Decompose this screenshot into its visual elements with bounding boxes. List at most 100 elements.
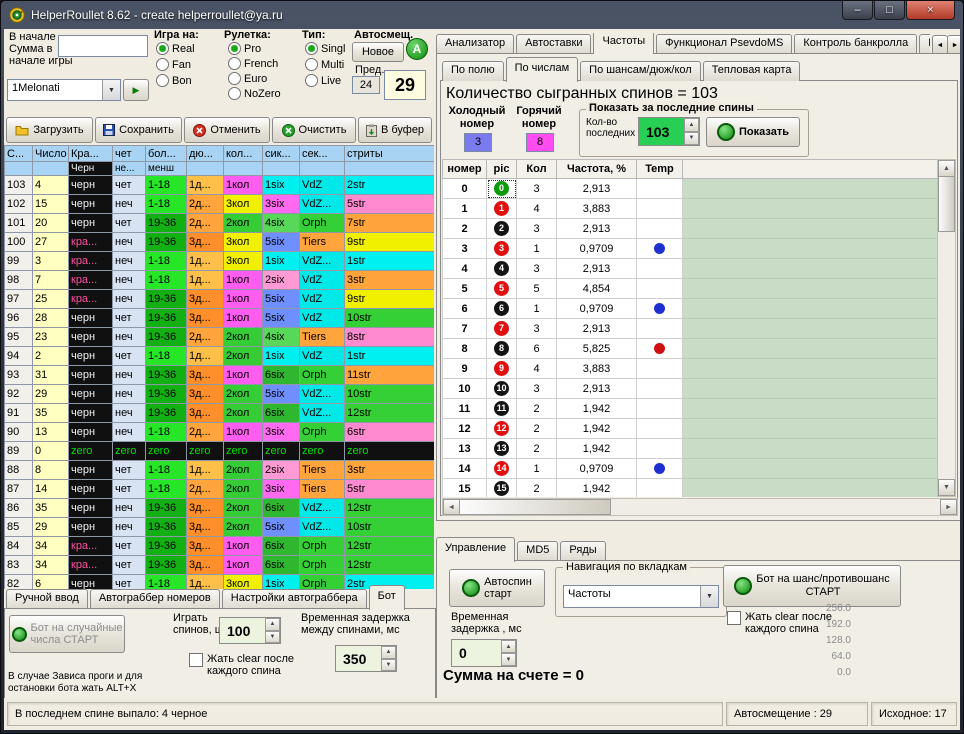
delay-down-button[interactable]: ▼ (381, 659, 396, 672)
freq-pic-cell[interactable]: 1 (487, 199, 517, 219)
tab-автограббер-номеров[interactable]: Автограббер номеров (90, 589, 220, 609)
close-button[interactable]: × (906, 1, 955, 20)
scroll-thumb[interactable] (459, 499, 611, 515)
tab-анализатор[interactable]: Анализатор (436, 34, 514, 54)
ctrltab-управление[interactable]: Управление (436, 537, 515, 562)
scroll-down-arrow[interactable]: ▼ (938, 479, 955, 496)
radio-multi[interactable]: Multi (305, 58, 344, 71)
ctrl-delay-stepper[interactable]: 0 ▲ ▼ (451, 639, 517, 667)
maximize-button[interactable]: □ (874, 1, 905, 20)
autospin-start-button[interactable]: Автоспинстарт (449, 569, 545, 607)
subtab-тепловая-карта[interactable]: Тепловая карта (703, 61, 801, 81)
freq-pic-cell[interactable]: 8 (487, 339, 517, 359)
spins-down-button[interactable]: ▼ (265, 631, 280, 644)
minimize-button[interactable]: – (842, 1, 873, 20)
delay-up-button[interactable]: ▲ (381, 646, 396, 659)
radio-dot (305, 58, 318, 71)
freq-pic-cell[interactable]: 4 (487, 259, 517, 279)
radio-real[interactable]: Real (156, 42, 195, 55)
history-cell: неч (113, 271, 146, 290)
save-button[interactable]: Сохранить (95, 117, 182, 143)
tab-частоты[interactable]: Частоты (593, 33, 654, 54)
tab-бот[interactable]: Бот (369, 585, 405, 610)
count-last-stepper[interactable]: 103 ▲ ▼ (638, 117, 700, 146)
freq-pic-cell[interactable]: 0 (487, 179, 517, 199)
count-up-button[interactable]: ▲ (684, 118, 699, 132)
count-down-button[interactable]: ▼ (684, 132, 699, 146)
radio-pro[interactable]: Pro (228, 42, 261, 55)
freq-pic-cell[interactable]: 15 (487, 479, 517, 498)
history-cell: 99 (5, 252, 33, 271)
ctrl-delay-up-button[interactable]: ▲ (501, 640, 516, 653)
autoshift-new-button[interactable]: Новое (352, 42, 404, 62)
tab-scroll-left-button[interactable]: ◄ (932, 35, 948, 55)
history-header-cell: дю... (187, 146, 224, 162)
show-button[interactable]: Показать (706, 117, 800, 147)
tab-настройки-автограббера[interactable]: Настройки автограббера (222, 589, 367, 609)
nav-combobox[interactable]: Частоты ▼ (563, 585, 719, 608)
spins-stepper[interactable]: 100 ▲ ▼ (219, 617, 281, 644)
history-cell: 2six (263, 271, 300, 290)
subtab-по-числам[interactable]: По числам (506, 57, 579, 82)
random-bot-button[interactable]: Бот на случайныечисла СТАРТ (9, 615, 125, 653)
freq-count-cell: 6 (517, 339, 557, 359)
preset-combobox[interactable]: 1Melonati ▼ (7, 79, 121, 101)
freq-pic-cell[interactable]: 3 (487, 239, 517, 259)
history-cell: 19-36 (146, 328, 187, 347)
freq-pic-cell[interactable]: 12 (487, 419, 517, 439)
freq-pic-cell[interactable]: 13 (487, 439, 517, 459)
scroll-right-arrow[interactable]: ► (940, 499, 957, 515)
radio-bon[interactable]: Bon (156, 74, 192, 87)
tab-scroll-right-button[interactable]: ► (947, 35, 960, 55)
freq-pic-cell[interactable]: 10 (487, 379, 517, 399)
bot-clear-checkbox[interactable]: Жать clear послекаждого спина (189, 653, 294, 677)
subtab-по-полю[interactable]: По полю (442, 61, 504, 81)
ctrltab-ряды[interactable]: Ряды (560, 541, 605, 561)
history-row: 9725кра...неч19-363д...1кол5sixVdZ9str (5, 290, 435, 309)
tab-контроль-банкролла[interactable]: Контроль банкролла (794, 34, 917, 54)
radio-euro[interactable]: Euro (228, 72, 267, 85)
freq-pic-cell[interactable]: 14 (487, 459, 517, 479)
radio-live[interactable]: Live (305, 74, 341, 87)
freq-horizontal-scrollbar[interactable]: ◄ ► (442, 498, 958, 516)
chevron-down-icon[interactable]: ▼ (102, 80, 120, 100)
ctrl-delay-down-button[interactable]: ▼ (501, 653, 516, 666)
spins-up-button[interactable]: ▲ (265, 618, 280, 631)
autoshift-a-icon[interactable]: A (406, 38, 428, 60)
bot-delay-stepper[interactable]: 350 ▲ ▼ (335, 645, 397, 672)
freq-pic-cell[interactable]: 6 (487, 299, 517, 319)
freq-pic-cell[interactable]: 9 (487, 359, 517, 379)
tab-автоставки[interactable]: Автоставки (516, 34, 591, 54)
load-button[interactable]: Загрузить (6, 117, 93, 143)
freq-vertical-scrollbar[interactable]: ▲ ▼ (937, 159, 956, 497)
radio-fan[interactable]: Fan (156, 58, 191, 71)
tab-ручной-ввод[interactable]: Ручной ввод (6, 589, 88, 609)
freq-percent-cell: 0,9709 (557, 299, 637, 319)
freq-header-cell (683, 160, 940, 179)
tab-функционал-psevdoms[interactable]: Функционал PsevdoMS (656, 34, 792, 54)
scroll-left-arrow[interactable]: ◄ (443, 499, 460, 515)
radio-singl[interactable]: Singl (305, 42, 345, 55)
cancel-button[interactable]: Отменить (184, 117, 270, 143)
clear-button[interactable]: Очистить (272, 117, 356, 143)
ctrltab-md5[interactable]: MD5 (517, 541, 558, 561)
to-buffer-button[interactable]: В буфер (358, 117, 432, 143)
freq-number-cell: 5 (443, 279, 487, 299)
scroll-up-arrow[interactable]: ▲ (938, 160, 955, 177)
subtab-по-шансам-дюж-кол[interactable]: По шансам/дюж/кол (580, 61, 701, 81)
freq-pic-cell[interactable]: 11 (487, 399, 517, 419)
radio-nozero[interactable]: NoZero (228, 87, 281, 100)
scroll-thumb[interactable] (938, 176, 955, 232)
chance-bot-button[interactable]: Бот на шанс/противошансСТАРТ (723, 565, 901, 607)
chevron-down-icon[interactable]: ▼ (700, 586, 718, 607)
freq-pic-cell[interactable]: 2 (487, 219, 517, 239)
freq-pic-cell[interactable]: 5 (487, 279, 517, 299)
start-sum-input[interactable] (58, 35, 148, 57)
freq-pic-cell[interactable]: 7 (487, 319, 517, 339)
play-button[interactable]: ▶ (123, 79, 149, 101)
tab-колесо[interactable]: Колесо (919, 34, 930, 54)
history-cell: zero (113, 442, 146, 461)
freq-row: 131321,942 (443, 439, 940, 459)
radio-french[interactable]: French (228, 57, 278, 70)
history-cell: 20 (33, 214, 69, 233)
